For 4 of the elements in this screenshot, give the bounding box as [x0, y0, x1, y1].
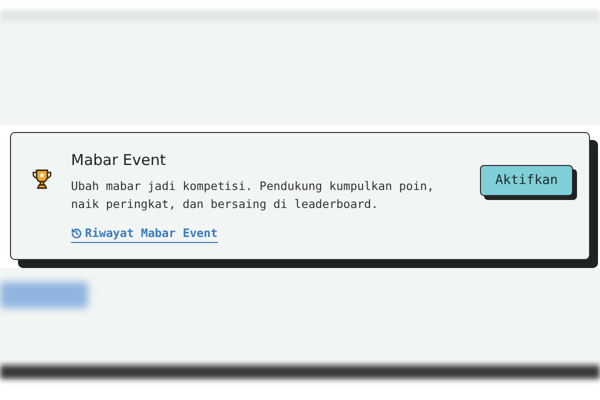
card-description: Ubah mabar jadi kompetisi. Pendukung kumpulkan poin, naik peringkat, dan bersaing di leaderboard. — [71, 178, 435, 213]
history-icon — [71, 228, 82, 240]
history-link[interactable]: Riwayat Mabar Event — [71, 225, 218, 244]
card-title: Mabar Event — [71, 150, 167, 171]
